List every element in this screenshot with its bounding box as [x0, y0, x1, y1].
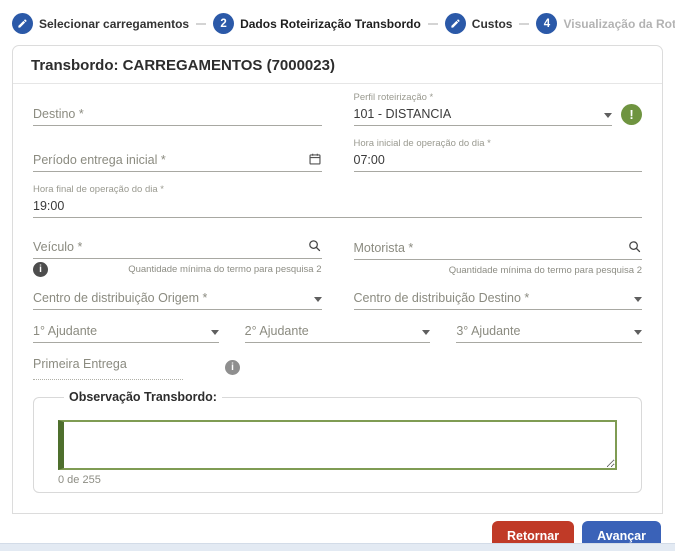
- hora-final-field: Hora final de operação do dia * 19:00: [33, 184, 642, 218]
- wizard-stepper: Selecionar carregamentos 2 Dados Roteiri…: [0, 0, 675, 43]
- destino-label: Destino *: [33, 107, 84, 121]
- perfil-roteirizacao-field: Perfil roteirização * 101 - DISTANCIA: [354, 92, 613, 126]
- cd-origem-field: Centro de distribuição Origem *: [33, 289, 322, 310]
- cd-origem-label: Centro de distribuição Origem *: [33, 291, 207, 305]
- veiculo-input[interactable]: Veículo *: [33, 238, 322, 259]
- step-label: Custos: [472, 17, 513, 31]
- stepper-connector: [519, 23, 529, 25]
- page-title: Transbordo: CARREGAMENTOS (7000023): [13, 46, 662, 84]
- hora-final-value: 19:00: [33, 199, 64, 213]
- stepper-step-dados-roteirizacao[interactable]: 2 Dados Roteirização Transbordo: [213, 13, 421, 34]
- info-icon[interactable]: [33, 262, 48, 277]
- motorista-input[interactable]: Motorista *: [354, 239, 643, 260]
- observacao-fieldset: Observação Transbordo: 0 de 255: [33, 390, 642, 493]
- edit-icon: [12, 13, 33, 34]
- chevron-down-icon: [211, 330, 219, 335]
- veiculo-field: Veículo * Quantidade mínima do termo par…: [33, 238, 322, 277]
- info-icon[interactable]: [225, 360, 240, 375]
- stepper-step-custos[interactable]: Custos: [445, 13, 513, 34]
- ajudante-2-select[interactable]: 2° Ajudante: [245, 322, 431, 343]
- veiculo-label: Veículo *: [33, 240, 82, 254]
- hora-final-label: Hora final de operação do dia *: [33, 184, 642, 195]
- observacao-textarea[interactable]: [58, 420, 617, 470]
- periodo-entrega-inicial-field: Período entrega inicial *: [33, 151, 322, 172]
- ajudante-1-label: 1° Ajudante: [33, 324, 97, 338]
- page-footer-strip: [0, 543, 675, 551]
- veiculo-hint: Quantidade mínima do termo para pesquisa…: [128, 264, 321, 275]
- hora-inicial-value: 07:00: [354, 153, 385, 167]
- hora-inicial-label: Hora inicial de operação do dia *: [354, 138, 643, 149]
- ajudante-1-field: 1° Ajudante: [33, 322, 219, 343]
- cd-origem-select[interactable]: Centro de distribuição Origem *: [33, 289, 322, 310]
- ajudante-3-field: 3° Ajudante: [456, 322, 642, 343]
- spacer: [33, 230, 642, 238]
- destino-input[interactable]: Destino *: [33, 105, 322, 126]
- primeira-entrega-row: Primeira Entrega: [33, 355, 642, 380]
- veiculo-subrow: Quantidade mínima do termo para pesquisa…: [33, 262, 322, 277]
- step-label: Dados Roteirização Transbordo: [240, 17, 421, 31]
- warning-icon[interactable]: [621, 104, 642, 125]
- step-number-badge: 4: [536, 13, 557, 34]
- transbordo-form-panel: Transbordo: CARREGAMENTOS (7000023) Dest…: [12, 45, 663, 514]
- hora-final-input[interactable]: 19:00: [33, 197, 642, 218]
- periodo-entrega-inicial-label: Período entrega inicial *: [33, 153, 166, 167]
- perfil-roteirizacao-value: 101 - DISTANCIA: [354, 107, 452, 121]
- motorista-field: Motorista * Quantidade mínima do termo p…: [354, 239, 643, 277]
- motorista-label: Motorista *: [354, 241, 414, 255]
- motorista-hint: Quantidade mínima do termo para pesquisa…: [449, 265, 642, 276]
- form-row: 1° Ajudante 2° Ajudante 3° Ajudante: [33, 322, 642, 343]
- periodo-entrega-inicial-input[interactable]: Período entrega inicial *: [33, 151, 322, 172]
- transbordo-form: Destino * Perfil roteirização * 101 - DI…: [13, 84, 662, 513]
- perfil-roteirizacao-label: Perfil roteirização *: [354, 92, 613, 103]
- ajudante-1-select[interactable]: 1° Ajudante: [33, 322, 219, 343]
- cd-destino-label: Centro de distribuição Destino *: [354, 291, 530, 305]
- calendar-icon[interactable]: [308, 152, 322, 166]
- observacao-legend: Observação Transbordo:: [64, 390, 222, 404]
- search-icon[interactable]: [307, 238, 322, 253]
- form-row: Veículo * Quantidade mínima do termo par…: [33, 238, 642, 277]
- edit-icon: [445, 13, 466, 34]
- ajudante-3-select[interactable]: 3° Ajudante: [456, 322, 642, 343]
- form-row: Período entrega inicial * Hora inicial d…: [33, 138, 642, 172]
- primeira-entrega-label: Primeira Entrega: [33, 357, 127, 371]
- step-number-badge: 2: [213, 13, 234, 34]
- chevron-down-icon: [634, 297, 642, 302]
- perfil-roteirizacao-group: Perfil roteirização * 101 - DISTANCIA: [354, 92, 643, 126]
- hora-inicial-input[interactable]: 07:00: [354, 151, 643, 172]
- ajudante-3-label: 3° Ajudante: [456, 324, 520, 338]
- perfil-roteirizacao-select[interactable]: 101 - DISTANCIA: [354, 105, 613, 126]
- destino-field: Destino *: [33, 105, 322, 126]
- form-row: Hora final de operação do dia * 19:00: [33, 184, 642, 218]
- chevron-down-icon: [422, 330, 430, 335]
- ajudante-2-field: 2° Ajudante: [245, 322, 431, 343]
- primeira-entrega-input[interactable]: Primeira Entrega: [33, 355, 183, 380]
- motorista-subrow: Quantidade mínima do termo para pesquisa…: [354, 263, 643, 277]
- form-row: Destino * Perfil roteirização * 101 - DI…: [33, 92, 642, 126]
- step-label: Visualização da Rota: [563, 17, 675, 31]
- cd-destino-field: Centro de distribuição Destino *: [354, 289, 643, 310]
- chevron-down-icon: [604, 113, 612, 118]
- stepper-step-visualizacao-rota[interactable]: 4 Visualização da Rota: [536, 13, 675, 34]
- step-label: Selecionar carregamentos: [39, 17, 189, 31]
- chevron-down-icon: [634, 330, 642, 335]
- ajudante-2-label: 2° Ajudante: [245, 324, 309, 338]
- character-counter: 0 de 255: [58, 474, 617, 486]
- chevron-down-icon: [314, 297, 322, 302]
- form-row: Centro de distribuição Origem * Centro d…: [33, 289, 642, 310]
- cd-destino-select[interactable]: Centro de distribuição Destino *: [354, 289, 643, 310]
- search-icon[interactable]: [627, 239, 642, 254]
- stepper-step-selecionar-carregamentos[interactable]: Selecionar carregamentos: [12, 13, 189, 34]
- hora-inicial-field: Hora inicial de operação do dia * 07:00: [354, 138, 643, 172]
- stepper-connector: [428, 23, 438, 25]
- stepper-connector: [196, 23, 206, 25]
